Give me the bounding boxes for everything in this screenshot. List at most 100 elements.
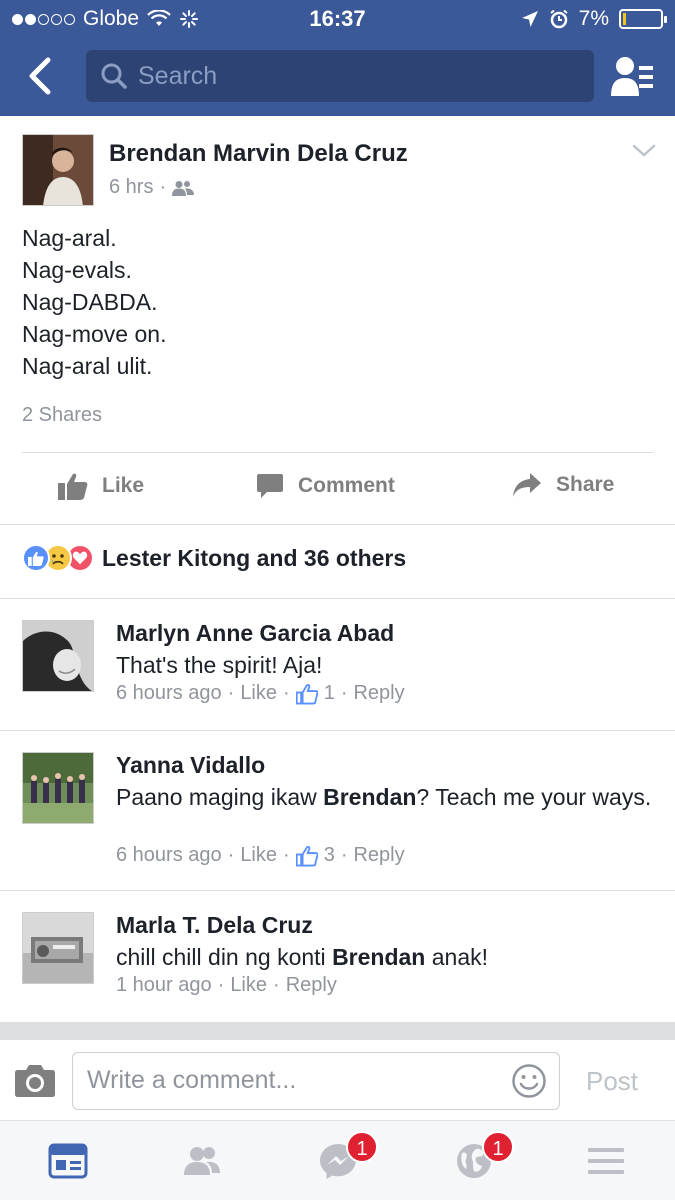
- comment-reply-link[interactable]: Reply: [286, 974, 337, 997]
- post-options-chevron-icon[interactable]: [632, 142, 656, 160]
- comment-label: Comment: [298, 474, 395, 497]
- author-photo: [23, 135, 93, 205]
- commenter-name[interactable]: Marla T. Dela Cruz: [116, 912, 313, 939]
- post-line: Nag-move on.: [22, 321, 167, 347]
- meta-separator: ·: [283, 844, 290, 866]
- comment-text: Paano maging ikaw Brendan? Teach me your…: [116, 782, 656, 812]
- share-arrow-icon: [513, 473, 541, 497]
- tab-bar: 1 1: [0, 1120, 675, 1200]
- post-header: Brendan Marvin Dela Cruz 6 hrs ·: [22, 134, 662, 208]
- divider: [22, 452, 654, 453]
- meta-separator: ·: [227, 682, 235, 704]
- comment-text-part: anak!: [425, 944, 489, 970]
- post-line: Nag-aral.: [22, 225, 117, 251]
- thumbs-up-icon: [58, 473, 88, 500]
- comment-meta: 6 hours ago · Like · 1 · Reply: [116, 682, 405, 705]
- author-avatar[interactable]: [22, 134, 94, 206]
- search-bar[interactable]: Search: [86, 50, 594, 102]
- meta-separator: ·: [217, 974, 225, 996]
- comment-text-part: ? Teach me your ways.: [416, 784, 652, 810]
- comment-text-part: Paano maging ikaw: [116, 784, 324, 810]
- comment-time: 1 hour ago: [116, 974, 212, 996]
- post-line: Nag-aral ulit.: [22, 353, 153, 379]
- commenter-photo: [23, 913, 93, 983]
- location-arrow-icon: [521, 11, 538, 27]
- comment-item: Marlyn Anne Garcia Abad That's the spiri…: [22, 620, 662, 710]
- comment-like-count[interactable]: 3: [324, 844, 335, 867]
- comment-button[interactable]: Comment: [256, 472, 395, 500]
- status-bar: Globe 16:37 7%: [0, 0, 675, 38]
- reactions-text: Lester Kitong and 36 others: [102, 544, 407, 571]
- news-feed-icon[interactable]: [48, 1141, 88, 1181]
- camera-icon[interactable]: [14, 1062, 56, 1098]
- comment-meta: 1 hour ago · Like · Reply: [116, 974, 337, 997]
- post-text: Nag-aral. Nag-evals. Nag-DABDA. Nag-move…: [22, 222, 166, 382]
- search-placeholder: Search: [138, 61, 218, 90]
- post-meta: 6 hrs ·: [109, 176, 195, 199]
- battery-percent: 7%: [578, 7, 609, 30]
- menu-hamburger-icon[interactable]: [586, 1141, 626, 1181]
- thumbs-up-outline-icon: [295, 683, 318, 704]
- shares-count[interactable]: 2 Shares: [22, 404, 102, 427]
- comment-like-link[interactable]: Like: [240, 682, 277, 705]
- reactions-summary[interactable]: Lester Kitong and 36 others: [22, 544, 406, 572]
- comments-end-band: [0, 1022, 675, 1040]
- post-time[interactable]: 6 hrs: [109, 176, 153, 199]
- section-separator: [0, 730, 675, 731]
- share-label: Share: [556, 473, 615, 496]
- back-chevron-icon[interactable]: [22, 56, 58, 96]
- search-icon: [101, 63, 127, 89]
- commenter-avatar[interactable]: [22, 912, 94, 984]
- comment-time: 6 hours ago: [116, 682, 222, 704]
- comment-placeholder: Write a comment...: [87, 1066, 297, 1094]
- friend-requests-icon[interactable]: [182, 1141, 222, 1181]
- commenter-avatar[interactable]: [22, 620, 94, 692]
- like-label: Like: [102, 474, 145, 497]
- friends-icon: [172, 180, 195, 196]
- comment-like-link[interactable]: Like: [230, 974, 267, 997]
- section-separator: [0, 598, 675, 599]
- friend-list-icon[interactable]: [609, 54, 655, 98]
- share-button[interactable]: Share: [512, 472, 614, 498]
- battery-icon: [619, 9, 667, 29]
- post-line: Nag-evals.: [22, 257, 132, 283]
- comment-composer: Write a comment... Post: [0, 1040, 675, 1120]
- like-reaction-icon: [22, 544, 50, 572]
- comment-item: Yanna Vidallo Paano maging ikaw Brendan?…: [22, 752, 662, 872]
- meta-separator: ·: [340, 844, 348, 866]
- comment-like-link[interactable]: Like: [240, 844, 277, 867]
- mention-link[interactable]: Brendan: [323, 784, 416, 810]
- top-bar: Globe 16:37 7% Search: [0, 0, 675, 116]
- comment-reply-link[interactable]: Reply: [353, 844, 404, 867]
- battery-fill: [623, 13, 626, 25]
- meta-separator: ·: [159, 176, 167, 198]
- commenter-avatar[interactable]: [22, 752, 94, 824]
- like-button[interactable]: Like: [58, 472, 144, 500]
- comment-like-count[interactable]: 1: [324, 682, 335, 705]
- post-actions: Like Comment Share: [0, 462, 675, 518]
- nav-row: Search: [0, 48, 675, 104]
- post-line: Nag-DABDA.: [22, 289, 158, 315]
- post-comment-button[interactable]: Post: [586, 1066, 638, 1097]
- post-author-name[interactable]: Brendan Marvin Dela Cruz: [109, 140, 408, 168]
- messenger-badge: 1: [346, 1131, 378, 1163]
- comment-input[interactable]: Write a comment...: [72, 1052, 560, 1110]
- commenter-name[interactable]: Marlyn Anne Garcia Abad: [116, 620, 394, 647]
- commenter-photo: [23, 621, 93, 691]
- comment-meta: 6 hours ago · Like · 3 · Reply: [116, 844, 405, 867]
- meta-separator: ·: [227, 844, 235, 866]
- comment-text: That's the spirit! Aja!: [116, 652, 323, 678]
- thumbs-up-outline-icon: [295, 845, 318, 866]
- mention-link[interactable]: Brendan: [332, 944, 425, 970]
- alarm-icon: [550, 9, 568, 29]
- section-separator: [0, 890, 675, 891]
- comment-item: Marla T. Dela Cruz chill chill din ng ko…: [22, 912, 662, 1002]
- notifications-tab[interactable]: 1: [454, 1131, 514, 1181]
- comment-reply-link[interactable]: Reply: [353, 682, 404, 705]
- messenger-tab[interactable]: 1: [318, 1131, 378, 1181]
- meta-separator: ·: [340, 682, 348, 704]
- commenter-name[interactable]: Yanna Vidallo: [116, 752, 265, 779]
- smiley-icon[interactable]: [511, 1063, 547, 1099]
- status-right: 7%: [521, 7, 667, 31]
- commenter-photo: [23, 753, 93, 823]
